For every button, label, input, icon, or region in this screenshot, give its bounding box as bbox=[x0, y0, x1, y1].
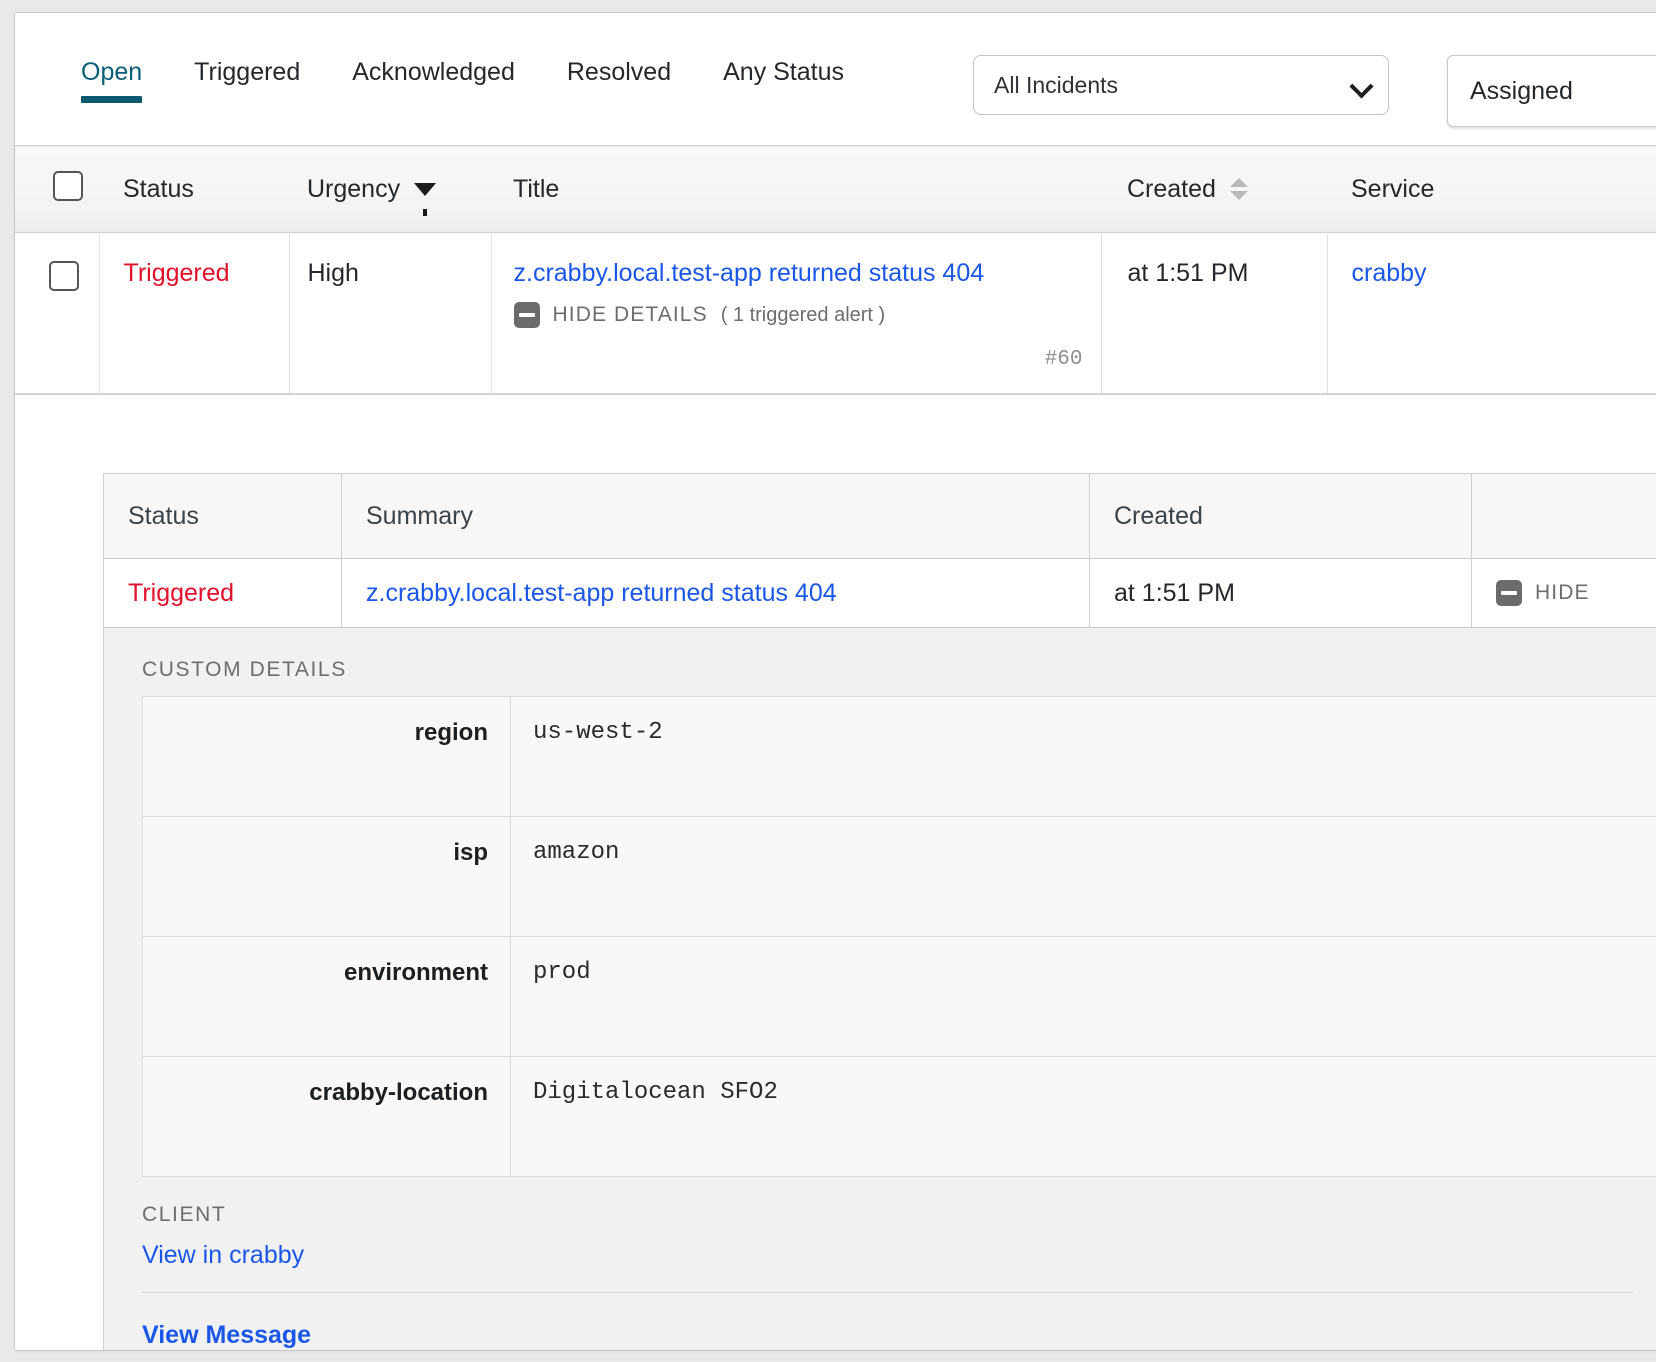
custom-details-table: region us-west-2 isp amazon environment … bbox=[142, 696, 1656, 1177]
expanded-details-panel: Status Summary Created Triggered z.crabb… bbox=[15, 394, 1656, 1350]
chevron-down-icon bbox=[1352, 76, 1370, 94]
alert-status-cell: Triggered bbox=[103, 558, 342, 628]
status-tabs: Open Triggered Acknowledged Resolved Any… bbox=[15, 13, 870, 103]
incidents-table: Status Urgency Title Created Service Tri… bbox=[15, 145, 1656, 394]
header-service-label: Service bbox=[1351, 174, 1435, 203]
status-badge: Triggered bbox=[123, 259, 230, 287]
select-all-checkbox[interactable] bbox=[53, 170, 83, 201]
header-service[interactable]: Service bbox=[1327, 146, 1656, 233]
row-service-cell: crabby bbox=[1327, 232, 1656, 394]
custom-detail-value: prod bbox=[510, 936, 1656, 1057]
tab-triggered-label: Triggered bbox=[194, 58, 301, 86]
client-block: CLIENT View in crabby bbox=[104, 1177, 1656, 1270]
tab-resolved-label: Resolved bbox=[566, 58, 672, 86]
custom-detail-row: crabby-location Digitalocean SFO2 bbox=[142, 1056, 1656, 1177]
row-urgency-cell: High bbox=[289, 232, 492, 394]
alert-summary-link[interactable]: z.crabby.local.test-app returned status … bbox=[366, 579, 837, 607]
custom-details-panel: CUSTOM DETAILS region us-west-2 isp amaz… bbox=[103, 628, 1656, 1350]
table-header-row: Status Urgency Title Created Service bbox=[15, 145, 1656, 233]
incidents-page: Open Triggered Acknowledged Resolved Any… bbox=[0, 0, 1656, 1362]
custom-detail-key: isp bbox=[142, 816, 511, 937]
alerts-table: Status Summary Created Triggered z.crabb… bbox=[103, 473, 1656, 628]
row-title-cell: z.crabby.local.test-app returned status … bbox=[491, 232, 1102, 394]
tab-open-label: Open bbox=[81, 58, 143, 86]
alert-header-summary-label: Summary bbox=[366, 501, 473, 530]
alert-created-cell: at 1:51 PM bbox=[1089, 558, 1472, 628]
tab-resolved[interactable]: Resolved bbox=[541, 57, 697, 103]
expanded-inner: Status Summary Created Triggered z.crabb… bbox=[103, 395, 1656, 1350]
select-all-header bbox=[15, 146, 99, 233]
custom-detail-row: region us-west-2 bbox=[142, 696, 1656, 817]
row-checkbox[interactable] bbox=[49, 261, 79, 291]
alert-count-label: ( 1 triggered alert ) bbox=[720, 303, 886, 326]
header-status-label: Status bbox=[123, 174, 194, 203]
incident-filter-select[interactable]: All Incidents bbox=[973, 55, 1389, 115]
tab-acknowledged[interactable]: Acknowledged bbox=[326, 57, 541, 103]
client-divider bbox=[142, 1292, 1633, 1293]
row-created-cell: at 1:51 PM bbox=[1101, 232, 1328, 394]
view-in-crabby-link[interactable]: View in crabby bbox=[142, 1241, 304, 1269]
alert-hide-toggle[interactable]: HIDE bbox=[1496, 580, 1656, 606]
alert-summary-cell: z.crabby.local.test-app returned status … bbox=[341, 558, 1090, 628]
custom-detail-key: region bbox=[142, 696, 511, 817]
custom-detail-row: environment prod bbox=[142, 936, 1656, 1057]
alert-header-summary: Summary bbox=[341, 473, 1090, 559]
header-urgency[interactable]: Urgency bbox=[289, 146, 491, 233]
client-heading: CLIENT bbox=[142, 1203, 227, 1226]
alerts-header-row: Status Summary Created bbox=[103, 473, 1656, 559]
custom-detail-key: crabby-location bbox=[142, 1056, 511, 1177]
custom-detail-value: us-west-2 bbox=[510, 696, 1656, 817]
alert-status-badge: Triggered bbox=[128, 578, 235, 607]
minus-icon bbox=[513, 302, 540, 328]
tab-triggered[interactable]: Triggered bbox=[168, 57, 326, 103]
filter-funnel-icon[interactable] bbox=[414, 182, 437, 216]
toolbar-controls: All Incidents Assigned bbox=[973, 55, 1656, 127]
alert-hide-cell: HIDE bbox=[1471, 558, 1656, 628]
custom-detail-row: isp amazon bbox=[142, 816, 1656, 937]
incident-title-link[interactable]: z.crabby.local.test-app returned status … bbox=[514, 259, 985, 287]
alert-header-actions bbox=[1471, 473, 1656, 559]
minus-icon bbox=[1496, 580, 1522, 606]
table-row[interactable]: Triggered High z.crabby.local.test-app r… bbox=[15, 232, 1656, 394]
custom-detail-value: Digitalocean SFO2 bbox=[510, 1056, 1656, 1177]
row-status-cell: Triggered bbox=[99, 232, 290, 394]
header-created[interactable]: Created bbox=[1101, 146, 1327, 233]
sort-toggle-icon[interactable] bbox=[1229, 178, 1248, 200]
header-status[interactable]: Status bbox=[99, 146, 289, 233]
incidents-card: Open Triggered Acknowledged Resolved Any… bbox=[14, 12, 1656, 1351]
alert-hide-label: HIDE bbox=[1535, 581, 1590, 604]
tab-open[interactable]: Open bbox=[49, 57, 168, 103]
incident-filter-value: All Incidents bbox=[994, 71, 1119, 98]
row-select-cell bbox=[15, 232, 100, 394]
hide-details-label: HIDE DETAILS bbox=[552, 303, 708, 326]
alert-header-created-label: Created bbox=[1114, 501, 1203, 530]
service-link[interactable]: crabby bbox=[1352, 259, 1427, 287]
header-created-label: Created bbox=[1127, 174, 1216, 203]
alert-header-status-label: Status bbox=[128, 501, 199, 530]
created-value: at 1:51 PM bbox=[1127, 259, 1249, 287]
urgency-value: High bbox=[307, 259, 359, 287]
custom-detail-value: amazon bbox=[510, 816, 1656, 937]
header-title[interactable]: Title bbox=[491, 146, 1101, 233]
header-urgency-label: Urgency bbox=[307, 174, 401, 203]
tab-acknowledged-label: Acknowledged bbox=[352, 58, 515, 86]
alert-header-created: Created bbox=[1089, 473, 1472, 559]
custom-details-heading: CUSTOM DETAILS bbox=[142, 658, 347, 681]
tab-any-status[interactable]: Any Status bbox=[697, 57, 870, 103]
custom-detail-key: environment bbox=[142, 936, 511, 1057]
hide-details-toggle[interactable]: HIDE DETAILS ( 1 triggered alert ) bbox=[513, 302, 1101, 328]
alert-header-status: Status bbox=[103, 473, 342, 559]
alert-row: Triggered z.crabby.local.test-app return… bbox=[103, 558, 1656, 628]
toolbar: Open Triggered Acknowledged Resolved Any… bbox=[15, 13, 1656, 145]
header-title-label: Title bbox=[513, 174, 560, 203]
view-message-link[interactable]: View Message bbox=[104, 1293, 311, 1350]
incident-number: #60 bbox=[1044, 348, 1083, 371]
assigned-button-label: Assigned bbox=[1470, 76, 1573, 105]
tab-any-status-label: Any Status bbox=[723, 58, 845, 86]
alert-created-value: at 1:51 PM bbox=[1114, 578, 1235, 607]
assigned-button[interactable]: Assigned bbox=[1447, 55, 1656, 127]
